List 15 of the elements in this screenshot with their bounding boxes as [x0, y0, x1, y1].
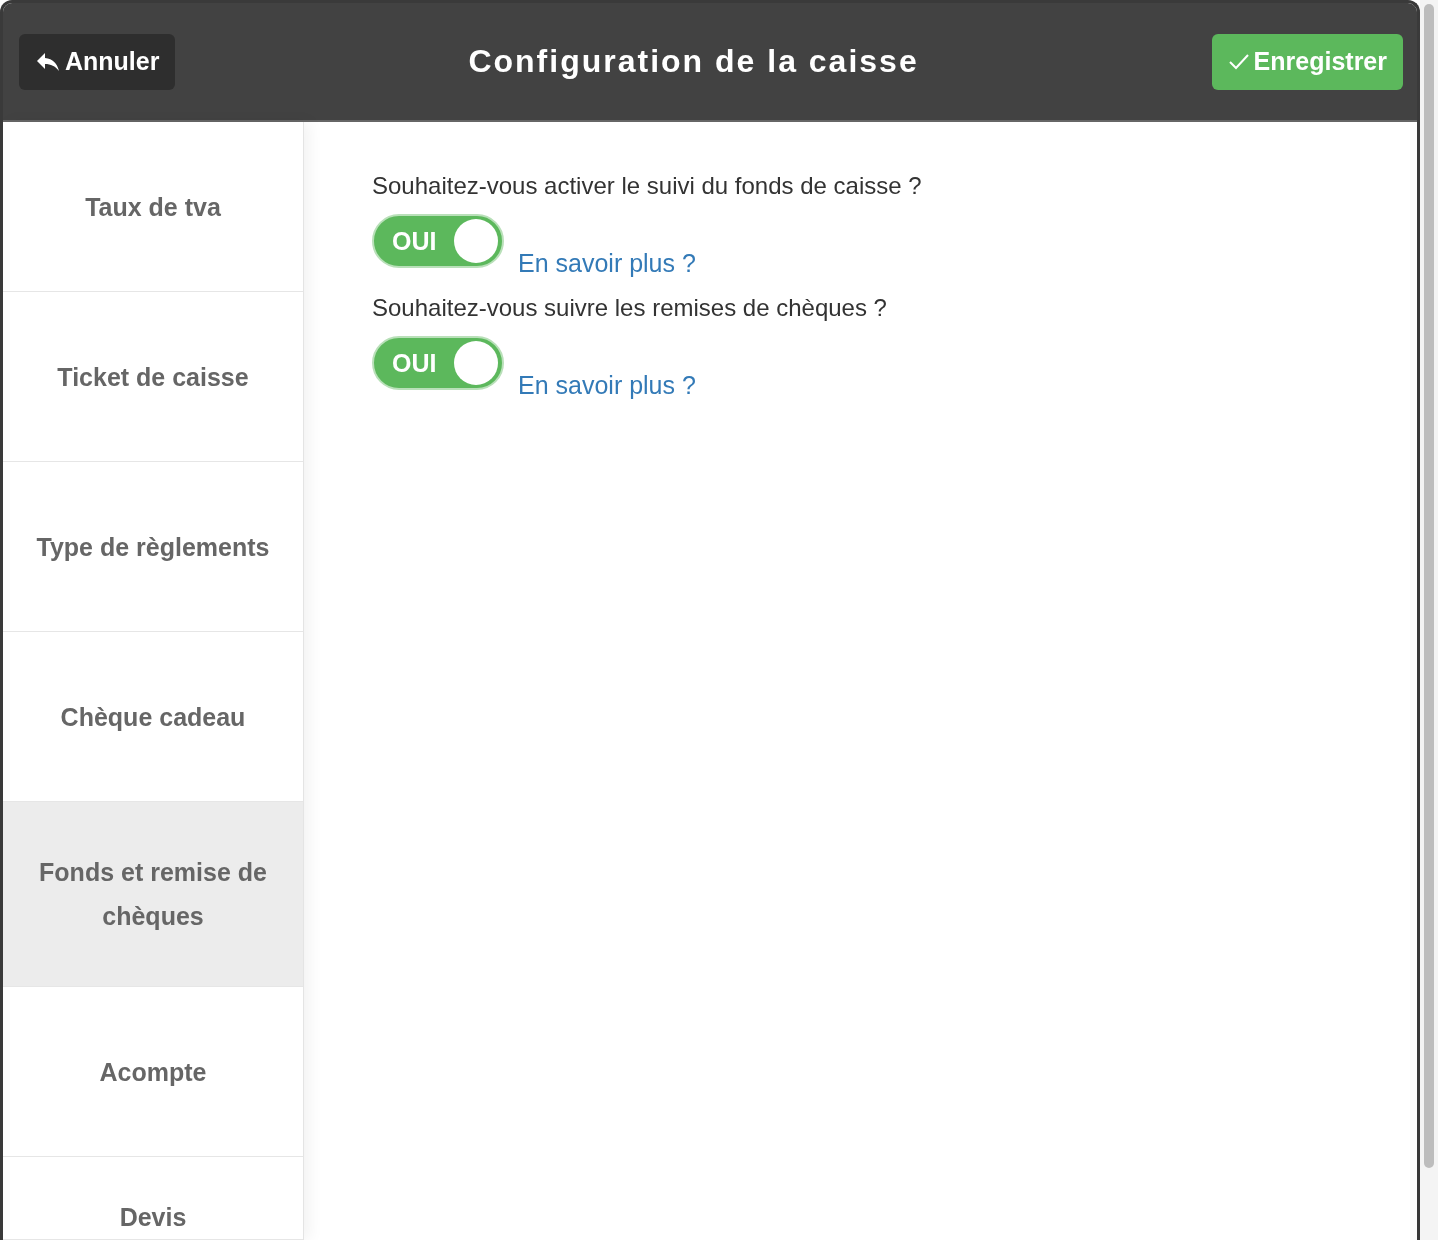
sidebar-item[interactable]: Ticket de caisse — [3, 292, 303, 462]
sidebar-item[interactable]: Taux de tva — [3, 122, 303, 292]
sidebar-item[interactable]: Devis — [3, 1157, 303, 1240]
question-text: Souhaitez-vous suivre les remises de chèques ? — [372, 294, 888, 322]
scrollbar[interactable] — [1420, 0, 1438, 1240]
sidebar-item[interactable]: Fonds et remise de chèques — [3, 802, 303, 987]
sidebar-item[interactable]: Type de règlements — [3, 462, 303, 632]
question-text: Souhaitez-vous activer le suivi du fonds de caisse ? — [372, 172, 923, 200]
check-icon — [1227, 52, 1250, 71]
sidebar-item[interactable]: Chèque cadeau — [3, 632, 303, 802]
sidebar-item[interactable]: Acompte — [3, 987, 303, 1157]
page-title: Configuration de la caisse — [468, 43, 919, 80]
learn-more-link[interactable]: En savoir plus ? — [518, 371, 696, 400]
learn-more-link[interactable]: En savoir plus ? — [518, 249, 696, 278]
cancel-button[interactable]: Annuler — [19, 33, 176, 90]
